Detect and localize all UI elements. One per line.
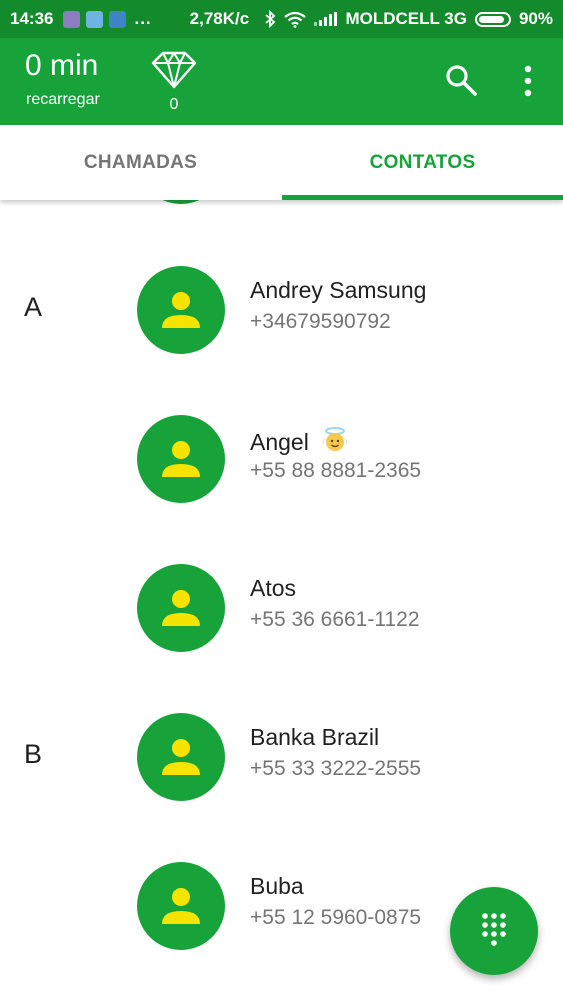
person-icon: [162, 739, 200, 775]
more-notifications-indicator: ...: [134, 9, 152, 28]
contact-phone: +55 88 8881-2365: [250, 459, 422, 482]
avatar[interactable]: [137, 200, 225, 204]
section-letter: B: [24, 739, 43, 769]
network-speed: 2,78K/c: [189, 9, 250, 28]
recharge-link[interactable]: recarregar: [26, 91, 100, 109]
notification-icon: [86, 10, 104, 28]
contact-phone: +55 36 6661-1122: [250, 608, 420, 631]
contact-name-text: Angel: [250, 429, 309, 455]
status-bar: 14:36 ... 2,78K/c MOLDCELL 3G 90%: [0, 0, 563, 38]
avatar[interactable]: [137, 415, 225, 503]
section-letter: A: [24, 292, 43, 322]
app-bar: 0 min recarregar 0: [0, 38, 563, 125]
angel-face-emoji: [323, 427, 348, 451]
tab-chamadas[interactable]: CHAMADAS: [0, 125, 281, 200]
status-time: 14:36: [10, 9, 54, 28]
dialpad-button[interactable]: [450, 887, 538, 975]
tab-bar: CHAMADAS CONTATOS: [0, 125, 563, 200]
contact-name: Banka Brazil: [250, 724, 380, 750]
diamond-icon[interactable]: [151, 50, 197, 90]
tab-contatos[interactable]: CONTATOS: [282, 125, 563, 200]
contact-name: Angel: [250, 426, 349, 456]
dialpad-icon: [482, 913, 506, 946]
avatar[interactable]: [137, 266, 225, 354]
contact-row[interactable]: Angel +55 88 8881-2365: [0, 409, 563, 558]
notification-icon: [63, 10, 81, 28]
contact-phone: +34679590792: [250, 310, 391, 333]
battery-icon: [474, 11, 511, 27]
contact-name: Atos: [250, 575, 297, 601]
shield-notification-icon: [109, 10, 127, 28]
contact-list[interactable]: A Andrey Samsung +34679590792 Angel +55 …: [0, 200, 563, 1000]
search-icon[interactable]: [443, 62, 479, 98]
person-icon: [162, 292, 200, 328]
contact-row[interactable]: Atos +55 36 6661-1122: [0, 558, 563, 707]
person-icon: [162, 590, 200, 626]
avatar[interactable]: [137, 564, 225, 652]
carrier-name: MOLDCELL 3G: [345, 9, 467, 28]
contact-row[interactable]: B Banka Brazil +55 33 3222-2555: [0, 707, 563, 856]
signal-icon: [314, 12, 338, 26]
balance-value[interactable]: 0 min: [25, 49, 98, 83]
contact-name: Buba: [250, 873, 304, 899]
contact-row[interactable]: A Andrey Samsung +34679590792: [0, 260, 563, 409]
active-tab-indicator: [282, 195, 563, 200]
contact-phone: +55 12 5960-0875: [250, 906, 422, 929]
more-vert-icon[interactable]: [514, 64, 542, 98]
battery-percent: 90%: [518, 9, 553, 28]
person-icon: [162, 441, 200, 477]
avatar[interactable]: [137, 862, 225, 950]
contact-name: Andrey Samsung: [250, 277, 427, 303]
avatar[interactable]: [137, 713, 225, 801]
contact-phone: +55 33 3222-2555: [250, 757, 422, 780]
bluetooth-icon: [265, 10, 276, 28]
person-icon: [162, 888, 200, 924]
diamond-count: 0: [169, 96, 179, 113]
wifi-icon: [284, 11, 307, 28]
